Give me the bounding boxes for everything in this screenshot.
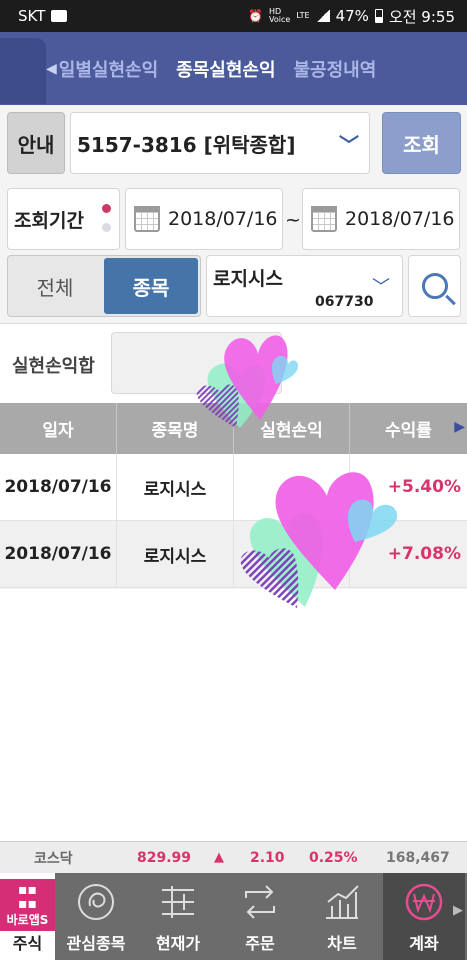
chevron-down-icon: ﹀ — [339, 133, 359, 157]
hd-voice-icon: HD Voice — [269, 7, 291, 24]
app-logo: ▪▪ ▪▪ 바로앱S — [0, 879, 55, 931]
price-lines-icon — [162, 886, 194, 918]
top-tab-bar: ◀ 일별실현손익 종목실현손익 불공정내역 — [0, 32, 467, 105]
query-button[interactable]: 조회 — [382, 112, 461, 174]
account-value: 5157-3816 [위탁종합] — [77, 132, 296, 157]
status-bar: SKT ⏰ HD Voice LTE 47% 오전 9:55 — [0, 0, 467, 32]
search-icon — [421, 273, 448, 299]
ticker-index-value: 829.99 — [137, 849, 192, 866]
scroll-right-icon[interactable]: ▶ — [454, 419, 465, 435]
date-separator: ~ — [285, 209, 301, 231]
nav-account[interactable]: 계좌 ▶ — [383, 873, 465, 960]
col-realized-pnl: 실현손익 — [234, 403, 350, 454]
period-label: 조회기간 — [14, 209, 84, 232]
order-arrows-icon — [245, 885, 275, 919]
tab-daily-pnl[interactable]: 일별실현손익 — [59, 56, 158, 82]
col-stock-name: 종목명 — [117, 403, 234, 454]
grid-logo-icon: ▪▪ ▪▪ — [18, 881, 37, 912]
date-from-field[interactable]: 2018/07/16 — [125, 188, 283, 250]
col-return-rate: 수익률 ▶ — [385, 419, 465, 441]
cell-pnl — [234, 521, 350, 587]
battery-icon — [374, 9, 383, 23]
table-header: 일자 종목명 실현손익 수익률 ▶ — [0, 403, 467, 454]
scope-stock-option[interactable]: 종목 — [104, 258, 198, 314]
date-from-value: 2018/07/16 — [168, 208, 278, 230]
up-arrow-icon: ▲ — [214, 850, 224, 865]
date-to-value: 2018/07/16 — [345, 208, 455, 230]
dot-inactive — [102, 223, 111, 232]
battery-percent: 47% — [335, 7, 369, 25]
chevron-down-icon: ﹀ — [372, 277, 390, 298]
alarm-icon: ⏰ — [248, 9, 263, 23]
pnl-sum-value — [111, 332, 282, 394]
back-button[interactable] — [0, 38, 46, 104]
pnl-sum-label: 실현손익합 — [12, 356, 95, 377]
tab-stock-pnl[interactable]: 종목실현손익 — [176, 56, 275, 82]
cell-date: 2018/07/16 — [0, 454, 117, 520]
account-select[interactable]: 5157-3816 [위탁종합] ﹀ — [70, 112, 370, 174]
scope-segmented-control: 전체 종목 — [7, 255, 201, 317]
search-button[interactable] — [408, 255, 461, 317]
won-circle-icon — [405, 883, 443, 921]
cell-return-rate: +7.08% — [387, 544, 461, 564]
nav-watchlist[interactable]: 관심종목 — [55, 873, 137, 960]
ticker-change: 2.10 — [250, 849, 285, 866]
nav-stocks[interactable]: ▪▪ ▪▪ 바로앱S 주식 — [0, 873, 55, 960]
carrier-label: SKT — [18, 7, 46, 25]
period-label-box[interactable]: 조회기간 — [7, 188, 120, 250]
empty-list-area — [0, 589, 467, 841]
stock-select[interactable]: 로지시스 067730 ﹀ — [206, 255, 403, 317]
cell-stock-name: 로지시스 — [117, 521, 234, 587]
period-toggle-dots — [102, 204, 111, 232]
pnl-summary: 실현손익합 — [0, 323, 467, 403]
col-date: 일자 — [0, 403, 117, 454]
dot-active — [102, 204, 111, 213]
stock-code: 067730 — [315, 294, 374, 310]
clock: 오전 9:55 — [388, 7, 455, 26]
lte-icon: LTE — [296, 11, 310, 20]
cell-pnl — [234, 454, 350, 520]
nav-more-arrow-icon[interactable]: ▶ — [453, 903, 463, 918]
tab-unfair-history[interactable]: 불공정내역 — [294, 56, 377, 82]
message-icon — [51, 10, 68, 22]
guide-button[interactable]: 안내 — [7, 112, 65, 174]
tab-left-arrow-icon[interactable]: ◀ — [46, 61, 57, 77]
nav-chart[interactable]: 차트 — [301, 873, 383, 960]
ticker-volume: 168,467 — [386, 849, 450, 866]
market-ticker[interactable]: 코스닥 829.99 ▲ 2.10 0.25% 168,467 — [0, 841, 467, 873]
cell-date: 2018/07/16 — [0, 521, 117, 587]
cell-stock-name: 로지시스 — [117, 454, 234, 520]
table-row[interactable]: 2018/07/16 로지시스 +5.40% — [0, 454, 467, 521]
bottom-nav: ▪▪ ▪▪ 바로앱S 주식 관심종목 현재가 주문 차트 계좌 ▶ — [0, 873, 467, 960]
query-form: 안내 5157-3816 [위탁종합] ﹀ 조회 조회기간 2018/07/16… — [0, 105, 467, 323]
star-circle-icon — [78, 884, 114, 920]
cell-return-rate: +5.40% — [387, 477, 461, 497]
signal-icon — [315, 10, 330, 22]
ticker-index-name: 코스닥 — [34, 850, 73, 867]
calendar-icon[interactable] — [311, 206, 337, 232]
table-row[interactable]: 2018/07/16 로지시스 +7.08% — [0, 521, 467, 588]
ticker-percent: 0.25% — [309, 849, 358, 866]
date-to-field[interactable]: 2018/07/16 — [302, 188, 460, 250]
chart-icon — [326, 885, 359, 919]
calendar-icon[interactable] — [134, 206, 160, 232]
scope-all-option[interactable]: 전체 — [8, 256, 102, 316]
stock-name: 로지시스 — [213, 268, 283, 290]
nav-current-price[interactable]: 현재가 — [137, 873, 219, 960]
nav-order[interactable]: 주문 — [219, 873, 301, 960]
